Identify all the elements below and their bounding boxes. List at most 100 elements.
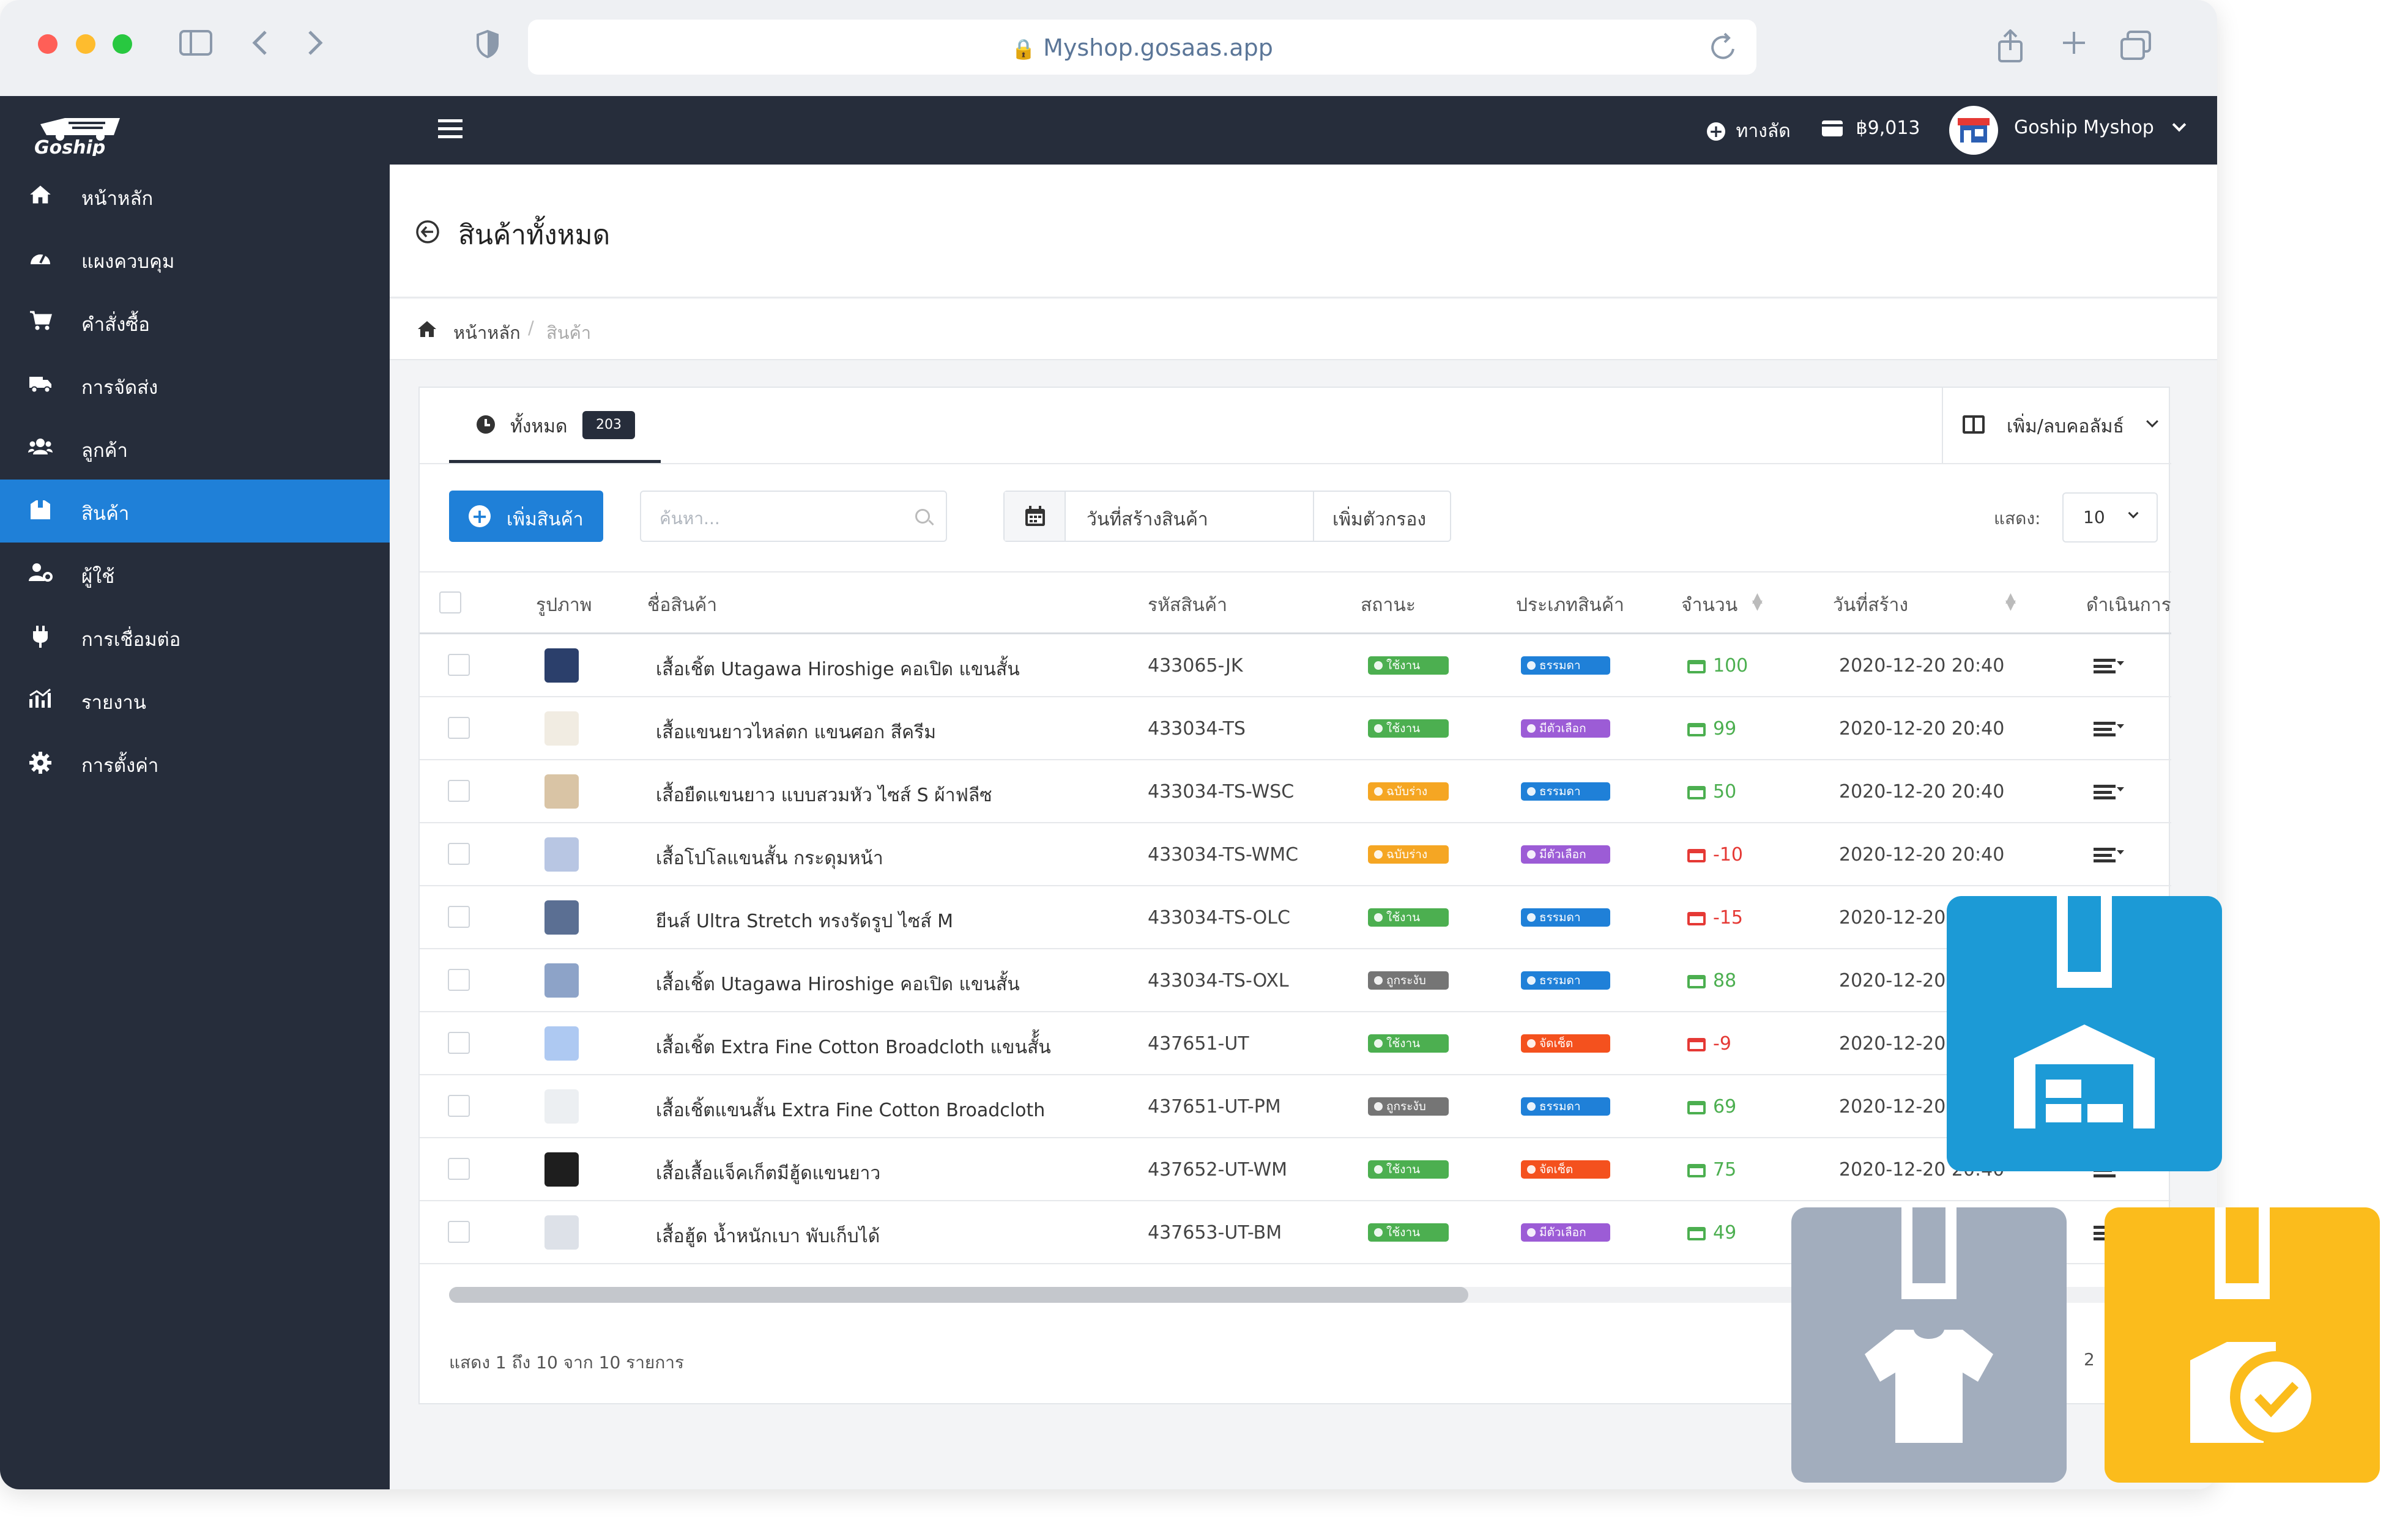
row-checkbox[interactable] [448,906,470,928]
reload-icon[interactable] [1709,32,1738,65]
sidebar-item-cart[interactable]: คำสั่งซื้อ [0,291,390,354]
product-thumbnail[interactable] [544,963,579,998]
date-filter-select[interactable]: วันที่สร้างสินค้า [1087,505,1208,534]
col-header-type[interactable]: ประเภทสินค้า [1516,591,1624,620]
product-name[interactable]: เสื้อแขนยาวไหล่ตก แขนศอก สีครีม [656,718,936,747]
scrollbar-thumb[interactable] [449,1287,1468,1303]
product-thumbnail[interactable] [544,900,579,935]
table-row[interactable]: เสื้อเชิ้ตแขนสั้น Extra Fine Cotton Broa… [420,1075,2171,1138]
back-arrow-icon[interactable] [415,220,440,246]
shield-icon[interactable] [472,29,503,65]
table-row[interactable]: เสื้อเชิ้ต Utagawa Hiroshige คอเปิด แขนส… [420,634,2171,697]
product-thumbnail[interactable] [544,1026,579,1061]
row-checkbox[interactable] [448,654,470,676]
product-thumbnail[interactable] [544,774,579,809]
product-thumbnail[interactable] [544,648,579,683]
product-quantity: -10 [1713,844,1743,865]
product-name[interactable]: เสื้อยืดแขนยาว แบบสวมหัว ไซส์ S ผ้าฟลีซ [656,781,992,810]
table-row[interactable]: ยีนส์ Ultra Stretch ทรงรัดรูป ไซส์ M 4330… [420,886,2171,949]
user-menu[interactable]: Goship Myshop [2014,117,2187,138]
product-thumbnail[interactable] [544,1215,579,1250]
row-checkbox[interactable] [448,780,470,802]
type-badge: ธรรมดา [1521,908,1610,927]
table-row[interactable]: เสื้อโปโลแขนสั้น กระดุมหน้า 433034-TS-WMC… [420,823,2171,886]
sidebar-item-user-gear[interactable]: ผู้ใช้ [0,543,390,606]
row-checkbox[interactable] [448,1221,470,1243]
product-thumbnail[interactable] [544,1089,579,1124]
row-actions-menu-icon[interactable] [2094,785,2116,799]
minimize-window-button[interactable] [76,34,95,54]
tabs-overview-icon[interactable] [2117,29,2156,67]
row-checkbox[interactable] [448,1095,470,1117]
home-icon [417,320,437,341]
row-checkbox[interactable] [448,843,470,865]
goship-logo[interactable]: Goship [28,107,126,158]
page-size-value: 10 [2083,507,2105,527]
table-row[interactable]: เสื้อเชิ้ต Utagawa Hiroshige คอเปิด แขนส… [420,949,2171,1012]
type-badge: ธรรมดา [1521,1097,1610,1116]
sidebar-item-chart[interactable]: รายงาน [0,669,390,732]
address-bar[interactable]: 🔒 Myshop.gosaas.app [528,20,1756,75]
close-window-button[interactable] [38,34,58,54]
sidebar-item-plug[interactable]: การเชื่อมต่อ [0,606,390,669]
product-thumbnail[interactable] [544,1152,579,1187]
add-filter-button[interactable]: เพิ่มตัวกรอง [1332,505,1426,534]
sidebar-item-users[interactable]: ลูกค้า [0,417,390,480]
table-row[interactable]: เสื้อแขนยาวไหล่ตก แขนศอก สีครีม 433034-TS… [420,697,2171,760]
breadcrumb-home-link[interactable]: หน้าหลัก [453,319,521,347]
forward-icon[interactable] [300,29,330,62]
product-name[interactable]: เสื้อเชิ้ต Extra Fine Cotton Broadcloth … [656,1033,1051,1062]
product-name[interactable]: เสื้อฮู้ด น้ำหนักเบา พับเก็บได้ [656,1222,880,1251]
row-actions-menu-icon[interactable] [2094,722,2116,736]
page-size-select[interactable]: 10 [2062,492,2158,543]
col-header-sku[interactable]: รหัสสินค้า [1148,591,1227,620]
sort-icon[interactable]: ▲ ▼ [1752,591,1763,612]
col-header-name[interactable]: ชื่อสินค้า [647,591,717,620]
sidebar-toggle-icon[interactable] [177,29,214,62]
share-icon[interactable] [1992,29,2029,70]
sidebar-item-dashboard[interactable]: แผงควบคุม [0,228,390,291]
back-icon[interactable] [245,29,275,62]
row-checkbox[interactable] [448,969,470,991]
sidebar-item-home[interactable]: หน้าหลัก [0,165,390,228]
tab-all[interactable]: ทั้งหมด 203 [449,388,661,463]
col-header-created[interactable]: วันที่สร้าง [1833,591,1908,620]
product-thumbnail[interactable] [544,711,579,746]
row-actions-menu-icon[interactable] [2094,659,2116,673]
product-name[interactable]: เสื้อโปโลแขนสั้น กระดุมหน้า [656,844,883,873]
pagination-page-2[interactable]: 2 [2084,1349,2095,1369]
wallet-balance[interactable]: ฿9,013 [1822,117,1920,144]
browser-toolbar: 🔒 Myshop.gosaas.app [0,0,2217,96]
sidebar-item-gear[interactable]: การตั้งค่า [0,732,390,795]
table-row[interactable]: เสื้อเสื้อแจ็คเก็ตมีฮู้ดแขนยาว 437652-UT-… [420,1138,2171,1201]
product-name[interactable]: เสื้อเสื้อแจ็คเก็ตมีฮู้ดแขนยาว [656,1159,880,1188]
shortcut-button[interactable]: + ทางลัด [1707,117,1791,144]
plug-icon [28,625,53,650]
search-input[interactable]: ค้นหา... [640,491,947,542]
row-checkbox[interactable] [448,1158,470,1180]
sidebar-item-box[interactable]: สินค้า [0,480,390,543]
new-tab-icon[interactable] [2056,29,2092,62]
col-header-quantity[interactable]: จำนวน [1681,591,1737,620]
product-name[interactable]: เสื้อเชิ้ตแขนสั้น Extra Fine Cotton Broa… [656,1096,1045,1125]
product-quantity: 50 [1713,781,1737,802]
sort-icon[interactable]: ▲ ▼ [2005,591,2016,612]
add-product-button[interactable]: + เพิ่มสินค้า [449,491,603,542]
select-all-checkbox[interactable] [439,591,461,613]
row-actions-menu-icon[interactable] [2094,848,2116,862]
calendar-icon[interactable] [1005,492,1066,541]
col-header-status[interactable]: สถานะ [1361,591,1416,620]
product-name[interactable]: ยีนส์ Ultra Stretch ทรงรัดรูป ไซส์ M [656,907,953,936]
avatar[interactable] [1949,106,1998,155]
hamburger-menu-icon[interactable] [438,118,463,143]
product-name[interactable]: เสื้อเชิ้ต Utagawa Hiroshige คอเปิด แขนส… [656,970,1020,999]
product-thumbnail[interactable] [544,837,579,872]
row-checkbox[interactable] [448,1032,470,1054]
row-checkbox[interactable] [448,717,470,739]
table-row[interactable]: เสื้อเชิ้ต Extra Fine Cotton Broadcloth … [420,1012,2171,1075]
maximize-window-button[interactable] [113,34,132,54]
product-name[interactable]: เสื้อเชิ้ต Utagawa Hiroshige คอเปิด แขนส… [656,655,1020,684]
columns-toggle-button[interactable]: เพิ่ม/ลบคอลัมธ์ [1942,388,2171,463]
table-row[interactable]: เสื้อยืดแขนยาว แบบสวมหัว ไซส์ S ผ้าฟลีซ 4… [420,760,2171,823]
sidebar-item-truck[interactable]: การจัดส่ง [0,354,390,417]
